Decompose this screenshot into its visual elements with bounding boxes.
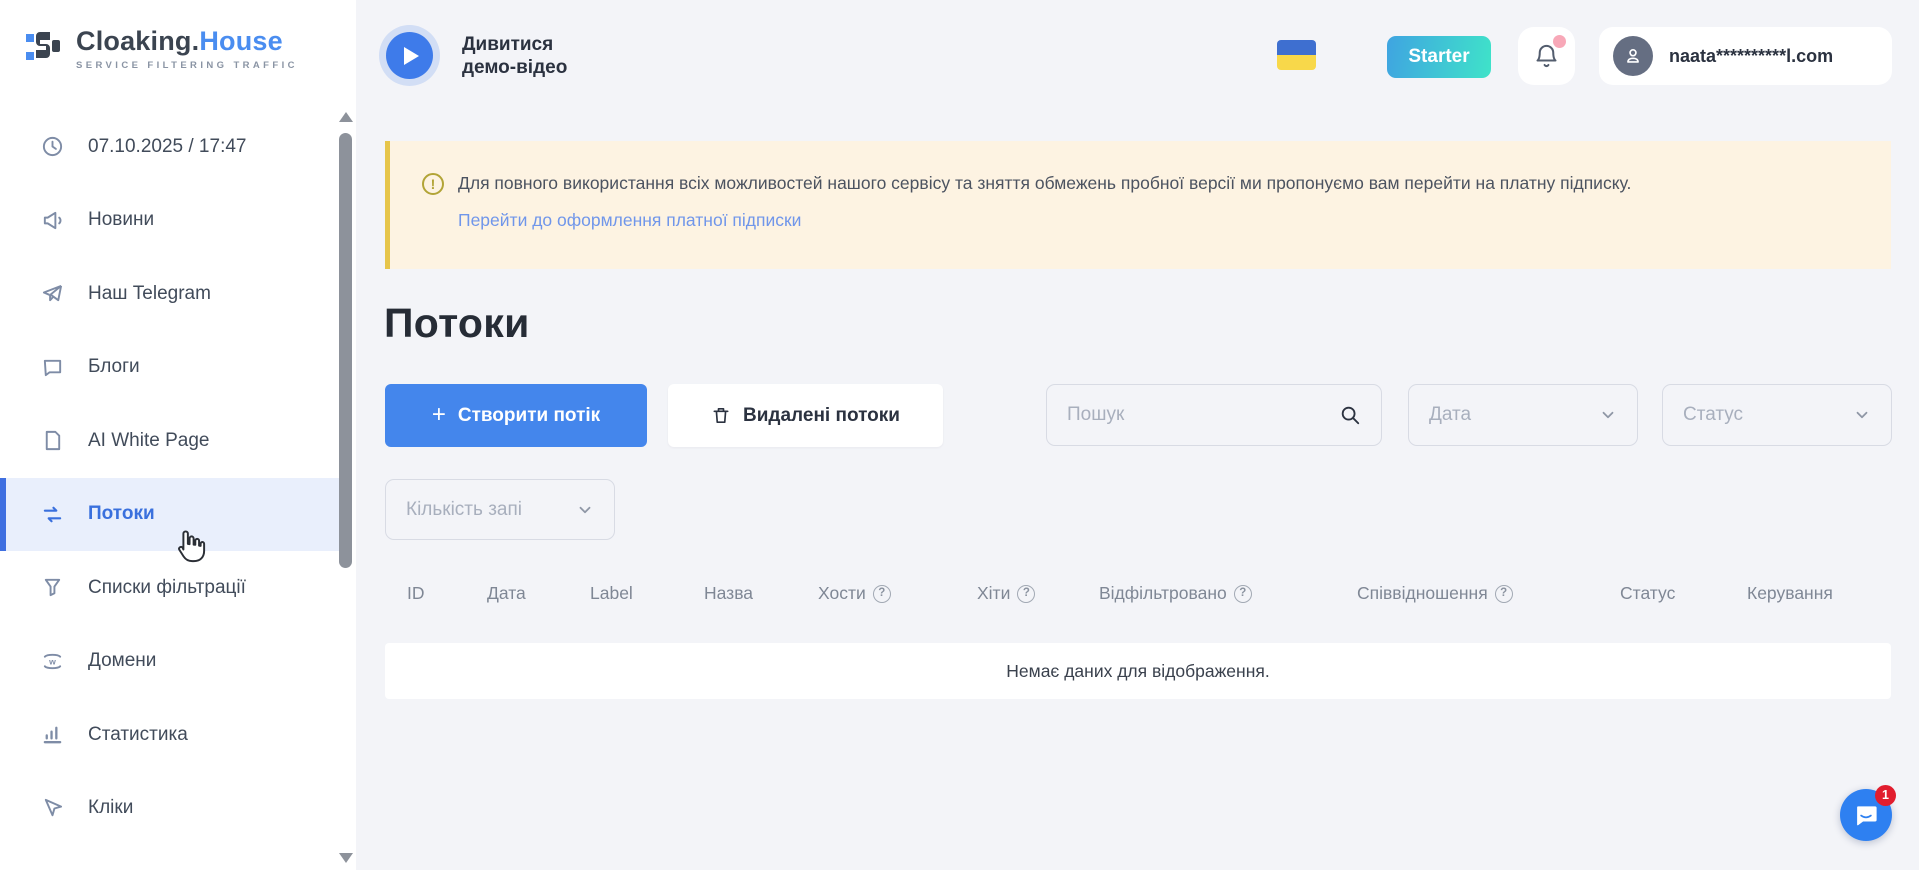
- sidebar-item-label: Наш Telegram: [88, 283, 211, 305]
- scrollbar-thumb[interactable]: [339, 133, 352, 568]
- help-icon[interactable]: ?: [873, 585, 891, 603]
- sidebar-item-label: Статистика: [88, 724, 188, 746]
- column-header-name: Назва: [704, 583, 818, 604]
- streams-table-header: ID Дата Label Назва Хости? Хіти? Відфіль…: [407, 583, 1867, 604]
- logo-text: Cloaking.House SERVICE FILTERING TRAFFIC: [76, 26, 298, 71]
- sidebar-item-label: Списки фільтрації: [88, 577, 246, 599]
- clicks-icon: [40, 796, 64, 820]
- page-title: Потоки: [384, 300, 530, 347]
- sidebar-item-news[interactable]: Новини: [0, 184, 340, 258]
- trial-warning-banner: ! Для повного використання всіх можливос…: [385, 141, 1891, 269]
- scroll-up-arrow[interactable]: [339, 112, 353, 122]
- search-input[interactable]: [1067, 404, 1339, 426]
- sidebar-item-filter-lists[interactable]: Списки фільтрації: [0, 551, 340, 625]
- date-filter-label: Дата: [1429, 404, 1471, 426]
- chat-icon: [40, 355, 64, 379]
- banner-text: Для повного використання всіх можливосте…: [458, 171, 1631, 196]
- search-icon: [1339, 404, 1361, 426]
- logo[interactable]: Cloaking.House SERVICE FILTERING TRAFFIC: [24, 26, 298, 71]
- avatar: [1613, 36, 1653, 76]
- sidebar-item-label: AI White Page: [88, 430, 209, 452]
- clock-icon: [40, 135, 64, 159]
- column-header-date: Дата: [487, 583, 590, 604]
- deleted-streams-button[interactable]: Видалені потоки: [668, 384, 943, 447]
- sidebar-menu: 07.10.2025 / 17:47 Новини Наш Telegram Б…: [0, 110, 340, 845]
- help-icon[interactable]: ?: [1017, 585, 1035, 603]
- sidebar-item-domains[interactable]: w Домени: [0, 625, 340, 699]
- search-field[interactable]: [1046, 384, 1382, 446]
- domain-icon: w: [40, 649, 64, 673]
- flag-yellow-stripe: [1277, 55, 1316, 70]
- sidebar: Cloaking.House SERVICE FILTERING TRAFFIC…: [0, 0, 356, 870]
- trash-icon: [711, 405, 731, 426]
- sidebar-item-label: Домени: [88, 650, 156, 672]
- telegram-icon: [40, 282, 64, 306]
- page-icon: [40, 429, 64, 453]
- user-account-button[interactable]: naata**********l.com: [1599, 27, 1892, 85]
- sidebar-item-telegram[interactable]: Наш Telegram: [0, 257, 340, 331]
- megaphone-icon: [40, 208, 64, 232]
- stats-icon: [40, 723, 64, 747]
- help-icon[interactable]: ?: [1495, 585, 1513, 603]
- column-header-id: ID: [407, 583, 487, 604]
- chevron-down-icon: [576, 501, 594, 519]
- column-header-ratio: Співвідношення?: [1357, 583, 1620, 604]
- empty-state-text: Немає даних для відображення.: [1006, 661, 1269, 682]
- sidebar-item-statistics[interactable]: Статистика: [0, 698, 340, 772]
- date-filter-dropdown[interactable]: Дата: [1408, 384, 1638, 446]
- sidebar-item-label: 07.10.2025 / 17:47: [88, 136, 246, 158]
- sidebar-item-ai-white-page[interactable]: AI White Page: [0, 404, 340, 478]
- sidebar-item-label: Новини: [88, 209, 154, 231]
- notifications-button[interactable]: [1518, 27, 1575, 85]
- person-icon: [1622, 45, 1644, 67]
- chat-widget-icon: [1853, 802, 1879, 828]
- user-email: naata**********l.com: [1669, 46, 1833, 67]
- column-header-hosts: Хости?: [818, 583, 977, 604]
- empty-state-row: Немає даних для відображення.: [385, 643, 1891, 699]
- play-icon: [404, 47, 419, 65]
- chevron-down-icon: [1599, 406, 1617, 424]
- sidebar-item-date[interactable]: 07.10.2025 / 17:47: [0, 110, 340, 184]
- brand-name: Cloaking.House: [76, 26, 283, 56]
- logo-icon: [24, 26, 64, 71]
- chat-unread-badge: 1: [1875, 785, 1896, 806]
- warning-icon: !: [422, 173, 444, 195]
- column-header-label: Label: [590, 583, 704, 604]
- plan-badge-button[interactable]: Starter: [1387, 36, 1491, 78]
- brand-tagline: SERVICE FILTERING TRAFFIC: [76, 60, 298, 71]
- flag-blue-stripe: [1277, 40, 1316, 55]
- filter-icon: [40, 576, 64, 600]
- records-count-label: Кількість запі: [406, 499, 522, 521]
- sidebar-item-clicks[interactable]: Кліки: [0, 772, 340, 846]
- demo-video-label[interactable]: Дивитися демо-відео: [462, 33, 567, 79]
- notification-dot: [1553, 35, 1566, 48]
- chevron-down-icon: [1853, 406, 1871, 424]
- svg-text:w: w: [48, 656, 56, 666]
- column-header-filtered: Відфільтровано?: [1099, 583, 1357, 604]
- create-stream-button[interactable]: + Створити потік: [385, 384, 647, 447]
- sidebar-item-streams[interactable]: Потоки: [0, 478, 340, 552]
- column-header-status: Статус: [1620, 583, 1747, 604]
- sidebar-scrollbar[interactable]: [338, 108, 354, 863]
- language-flag-ukraine[interactable]: [1277, 40, 1316, 70]
- sidebar-item-label: Кліки: [88, 797, 133, 819]
- status-filter-dropdown[interactable]: Статус: [1662, 384, 1892, 446]
- column-header-hits: Хіти?: [977, 583, 1099, 604]
- status-filter-label: Статус: [1683, 404, 1743, 426]
- column-header-management: Керування: [1747, 583, 1867, 604]
- chat-widget-button[interactable]: 1: [1840, 789, 1892, 841]
- streams-icon: [40, 502, 64, 526]
- upgrade-subscription-link[interactable]: Перейти до оформлення платної підписки: [458, 210, 801, 231]
- sidebar-item-label: Блоги: [88, 356, 140, 378]
- demo-video-play-button[interactable]: [386, 32, 433, 79]
- sidebar-item-label: Потоки: [88, 503, 155, 525]
- scroll-down-arrow[interactable]: [339, 853, 353, 863]
- help-icon[interactable]: ?: [1234, 585, 1252, 603]
- records-count-dropdown[interactable]: Кількість запі: [385, 479, 615, 540]
- plus-icon: +: [432, 403, 446, 427]
- sidebar-item-blogs[interactable]: Блоги: [0, 331, 340, 405]
